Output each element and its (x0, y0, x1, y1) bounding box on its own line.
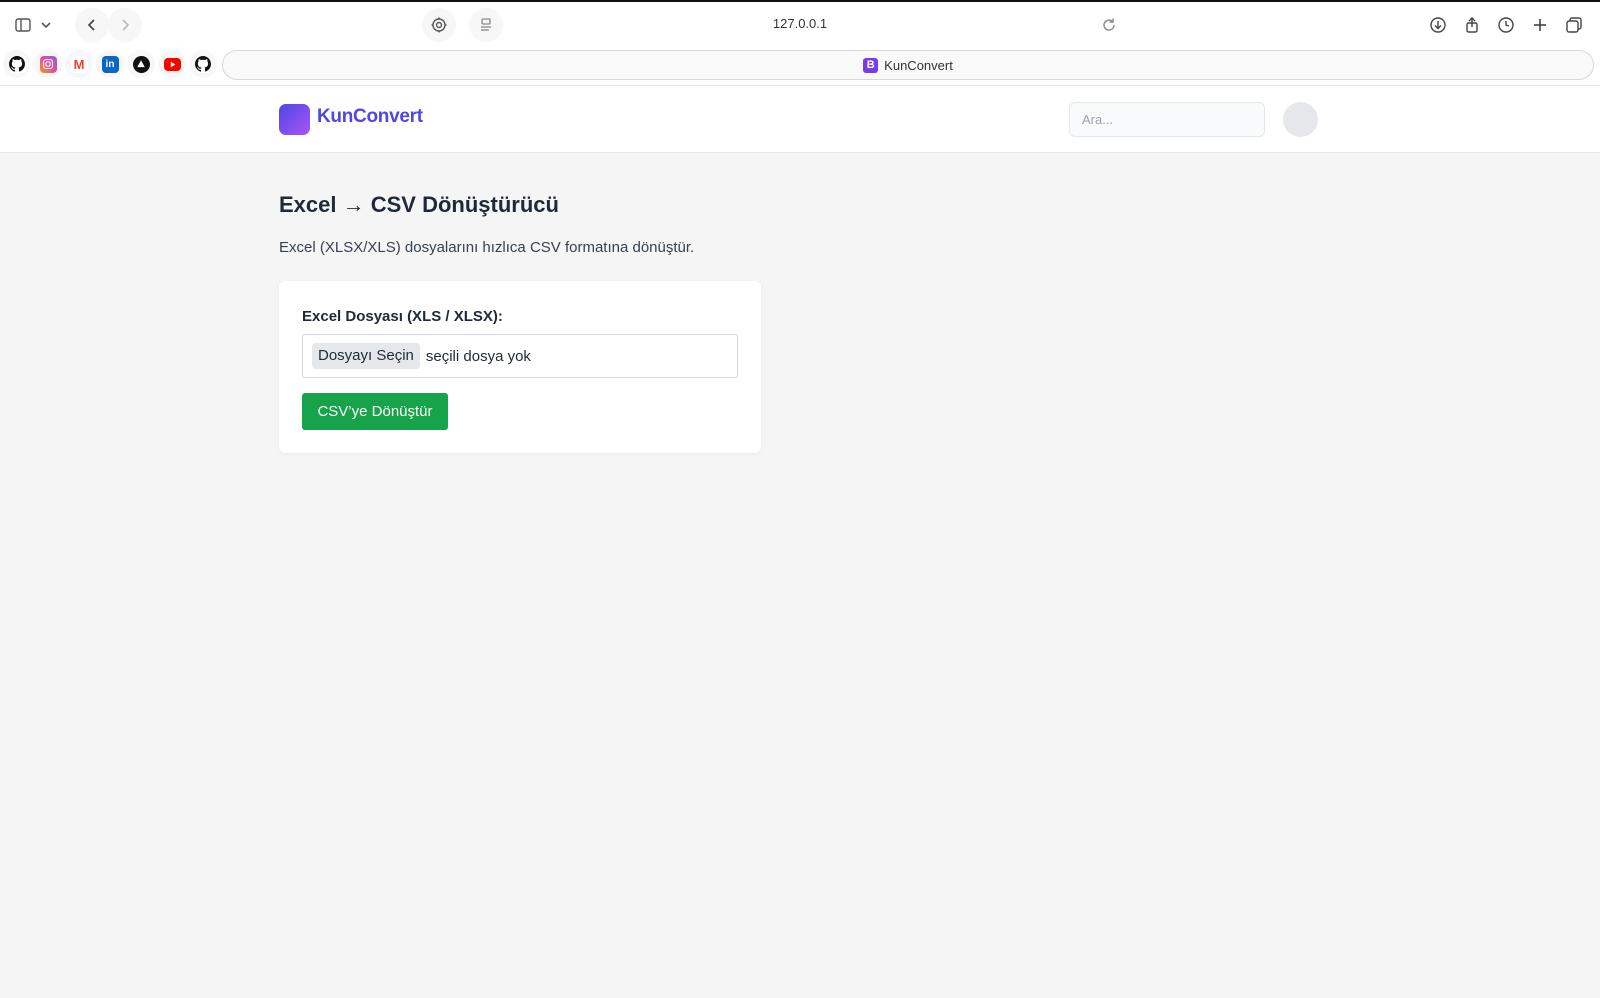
tab-title: KunConvert (884, 57, 953, 73)
browser-toolbar-row: 127.0.0.1 (0, 8, 1600, 44)
gear-icon[interactable] (422, 8, 456, 42)
bookmark-github-1[interactable] (3, 50, 31, 78)
converter-form-card: Excel Dosyası (XLS / XLSX): Dosyayı Seçi… (279, 281, 761, 453)
bookmark-youtube[interactable] (158, 50, 186, 78)
gmail-icon: M (70, 55, 88, 73)
history-icon[interactable] (1489, 8, 1523, 42)
linkedin-icon: in (101, 55, 119, 73)
file-input[interactable]: Dosyayı Seçin seçili dosya yok (302, 334, 738, 378)
back-button[interactable] (75, 8, 109, 42)
file-field-label: Excel Dosyası (XLS / XLSX): (302, 308, 503, 325)
logo-icon[interactable] (279, 104, 310, 135)
window-top-edge (0, 0, 1600, 2)
bookmarks-bar: M in B KunConvert (0, 50, 1600, 82)
avatar[interactable] (1283, 102, 1318, 137)
reload-icon[interactable] (1100, 16, 1120, 36)
download-icon[interactable] (1421, 8, 1455, 42)
bookmark-vercel[interactable] (127, 50, 155, 78)
github-icon (194, 55, 212, 73)
bookmark-gmail[interactable]: M (65, 50, 93, 78)
tab-favicon: B (863, 57, 879, 73)
triangle-icon (132, 55, 150, 73)
youtube-icon (163, 57, 181, 71)
bookmark-github-2[interactable] (189, 50, 217, 78)
page-description: Excel (XLSX/XLS) dosyalarını hızlıca CSV… (279, 239, 695, 256)
reader-icon[interactable] (469, 8, 503, 42)
convert-to-csv-button[interactable]: CSV’ye Dönüştür (302, 393, 448, 430)
instagram-icon (39, 55, 57, 73)
choose-file-button[interactable]: Dosyayı Seçin (312, 343, 420, 369)
bookmark-linkedin[interactable]: in (96, 50, 124, 78)
chevron-down-icon[interactable] (34, 8, 58, 42)
page-title: Excel → CSV Dönüştürücü (279, 192, 559, 217)
browser-toolbar: 127.0.0.1 M in B KunConvert (0, 0, 1600, 86)
active-tab[interactable]: B KunConvert (222, 50, 1594, 80)
file-status-text: seçili dosya yok (425, 347, 531, 365)
search-input[interactable] (1069, 102, 1265, 137)
new-tab-icon[interactable] (1523, 8, 1557, 42)
bookmark-instagram[interactable] (34, 50, 62, 78)
forward-button[interactable] (108, 8, 142, 42)
site-header: KunConvert (0, 86, 1600, 153)
share-icon[interactable] (1455, 8, 1489, 42)
tabs-overview-icon[interactable] (1557, 8, 1591, 42)
address-bar-url[interactable]: 127.0.0.1 (700, 16, 900, 31)
github-icon (8, 55, 26, 73)
logo-text[interactable]: KunConvert (317, 106, 423, 128)
